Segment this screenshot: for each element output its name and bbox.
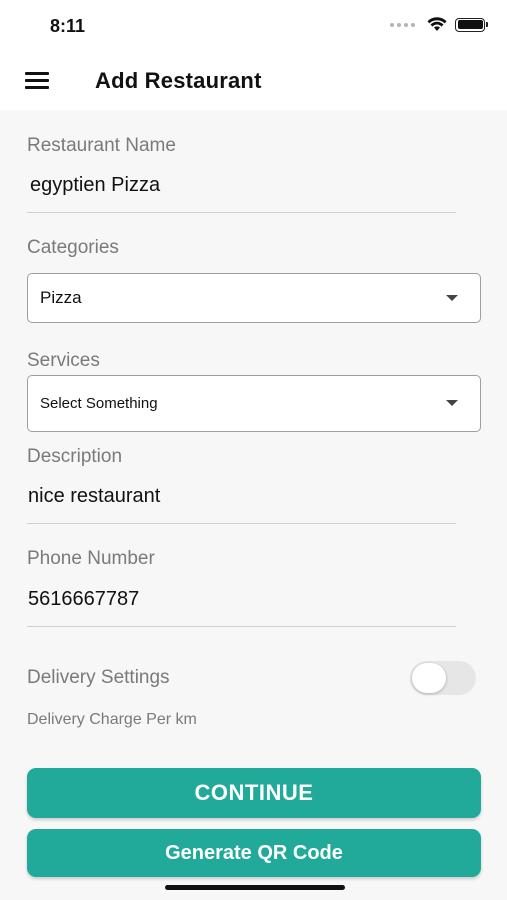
- hamburger-menu-icon[interactable]: [25, 72, 51, 90]
- generate-qr-code-button[interactable]: Generate QR Code: [27, 829, 481, 877]
- services-dropdown[interactable]: Select Something: [27, 375, 481, 432]
- restaurant-name-label: Restaurant Name: [27, 135, 176, 156]
- cellular-signal-icon: [390, 22, 415, 27]
- status-bar: 8:11: [0, 0, 507, 52]
- continue-button[interactable]: CONTINUE: [27, 768, 481, 818]
- toggle-knob: [412, 663, 446, 693]
- delivery-settings-label: Delivery Settings: [27, 667, 170, 688]
- phone-number-underline: [27, 626, 456, 627]
- services-selected-value: Select Something: [40, 395, 158, 412]
- delivery-charge-label: Delivery Charge Per km: [27, 711, 197, 728]
- restaurant-name-input[interactable]: egyptien Pizza: [30, 174, 160, 197]
- chevron-down-icon: [446, 400, 458, 406]
- status-time: 8:11: [50, 16, 86, 36]
- description-underline: [27, 523, 456, 524]
- categories-label: Categories: [27, 237, 119, 258]
- restaurant-name-underline: [27, 212, 456, 213]
- services-label: Services: [27, 350, 100, 371]
- battery-icon: [455, 17, 488, 32]
- phone-number-input[interactable]: 5616667787: [28, 588, 139, 611]
- description-input[interactable]: nice restaurant: [28, 485, 160, 508]
- chevron-down-icon: [446, 295, 458, 301]
- page-title: Add Restaurant: [95, 68, 262, 93]
- categories-selected-value: Pizza: [40, 288, 82, 307]
- status-icons: [390, 17, 488, 32]
- categories-dropdown[interactable]: Pizza: [27, 273, 481, 323]
- app-bar: Add Restaurant: [0, 52, 507, 110]
- wifi-icon: [427, 17, 447, 31]
- home-indicator: [165, 885, 345, 890]
- phone-number-label: Phone Number: [27, 548, 155, 569]
- delivery-settings-toggle[interactable]: [410, 661, 476, 695]
- description-label: Description: [27, 446, 123, 467]
